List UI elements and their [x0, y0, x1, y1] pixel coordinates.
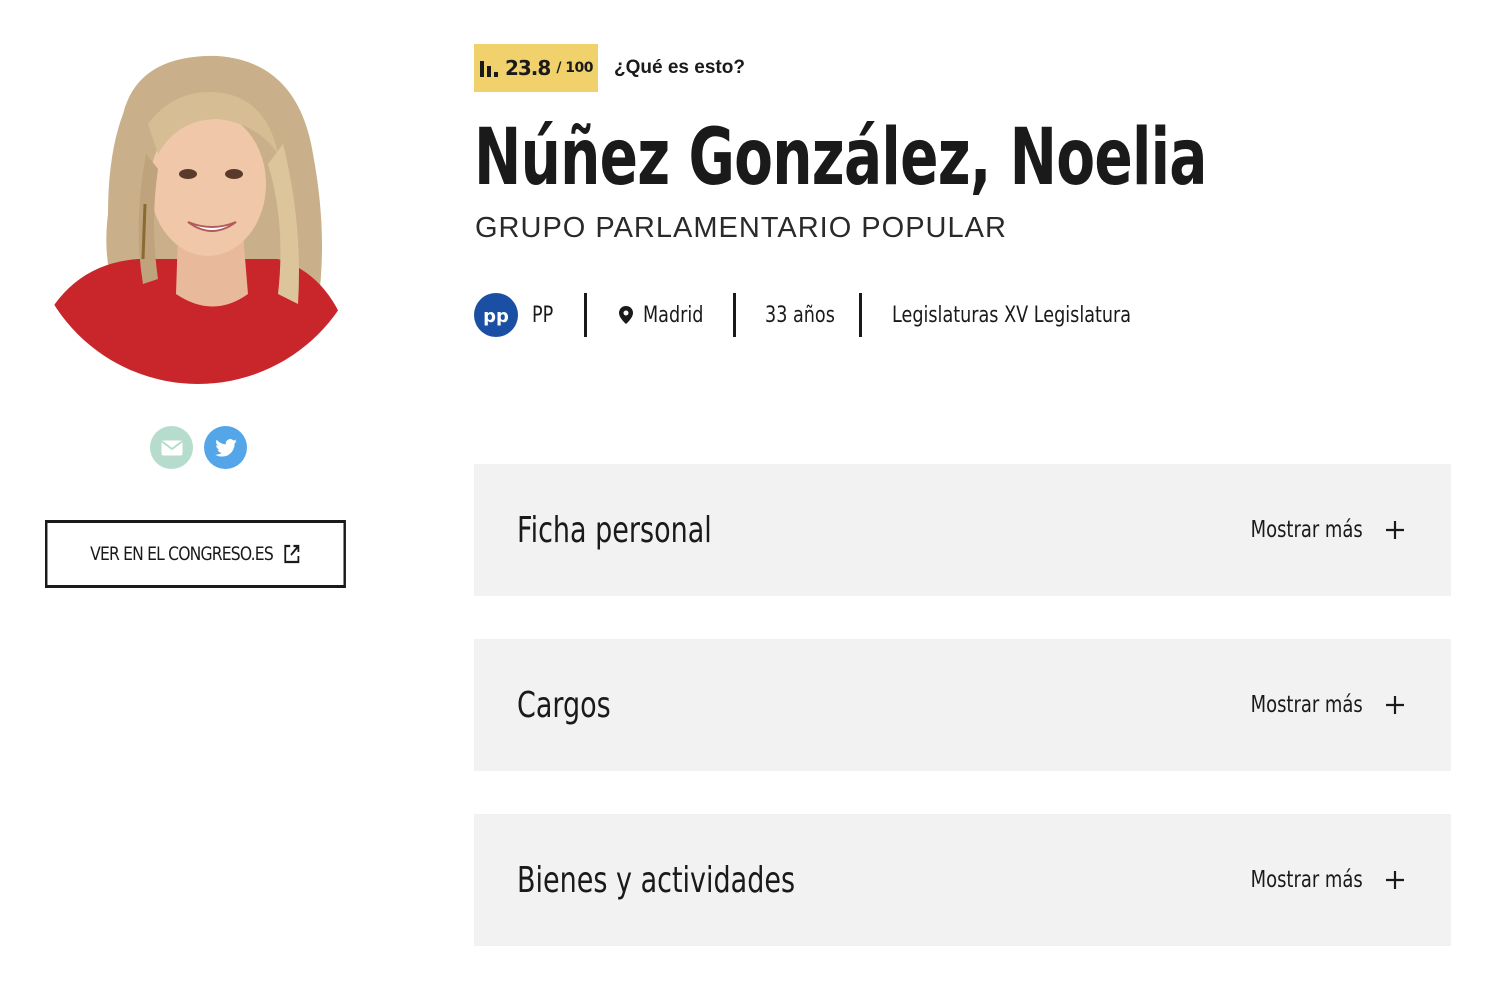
section-title: Bienes y actividades [517, 859, 796, 901]
bar-chart-icon [479, 61, 498, 77]
score-value: 23.8 [504, 56, 551, 80]
show-more-label: Mostrar más [1250, 867, 1363, 893]
score-total: / 100 [556, 60, 594, 76]
social-links [150, 426, 247, 469]
view-on-congreso-label: VER EN EL CONGRESO.ES [90, 543, 274, 565]
show-more-button[interactable]: Mostrar más [1219, 464, 1405, 596]
section-bienes-y-actividades[interactable]: Bienes y actividades Mostrar más [474, 814, 1451, 946]
show-more-button[interactable]: Mostrar más [1219, 814, 1405, 946]
section-title: Ficha personal [517, 509, 712, 551]
legislatures-item: Legislaturas XV Legislatura [862, 292, 1191, 338]
party-name: PP [532, 302, 554, 328]
show-more-label: Mostrar más [1250, 692, 1363, 718]
map-pin-icon [619, 306, 633, 324]
section-cargos[interactable]: Cargos Mostrar más [474, 639, 1451, 771]
svg-text:pp: pp [483, 306, 509, 327]
view-on-congreso-button[interactable]: VER EN EL CONGRESO.ES [45, 520, 346, 588]
show-more-label: Mostrar más [1250, 517, 1363, 543]
age: 33 años [765, 302, 835, 328]
member-meta: pp PP Madrid 33 años Legislaturas XV Leg… [474, 292, 1191, 338]
legislatures: Legislaturas XV Legislatura [892, 302, 1132, 328]
party-item: pp PP [474, 292, 584, 338]
pp-logo-icon: pp [483, 306, 509, 327]
page-title: Núñez González, Noelia [474, 113, 1207, 203]
twitter-icon [214, 438, 237, 457]
parliamentary-group: GRUPO PARLAMENTARIO POPULAR [475, 212, 1007, 244]
location-item: Madrid [587, 292, 733, 338]
email-button[interactable] [150, 426, 193, 469]
plus-icon [1386, 521, 1404, 539]
plus-icon [1386, 871, 1404, 889]
profile-photo [28, 44, 368, 384]
profile-photo-illustration [28, 44, 368, 384]
external-link-icon [284, 544, 300, 564]
show-more-button[interactable]: Mostrar más [1219, 639, 1405, 771]
mail-icon [160, 440, 183, 455]
score-help-link[interactable]: ¿Qué es esto? [614, 57, 745, 79]
twitter-button[interactable] [204, 426, 247, 469]
page-title-container: Núñez González, Noelia [474, 108, 1234, 208]
party-logo: pp [474, 293, 518, 337]
plus-icon [1386, 696, 1404, 714]
score-badge[interactable]: 23.8 / 100 [474, 44, 598, 92]
section-ficha-personal[interactable]: Ficha personal Mostrar más [474, 464, 1451, 596]
age-item: 33 años [736, 292, 859, 338]
section-title: Cargos [517, 684, 611, 726]
location: Madrid [643, 302, 704, 328]
